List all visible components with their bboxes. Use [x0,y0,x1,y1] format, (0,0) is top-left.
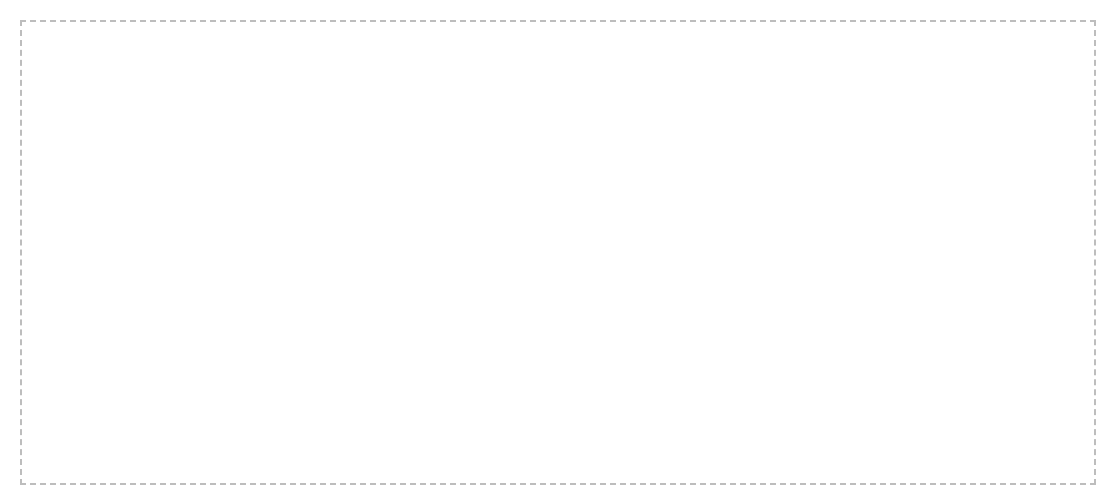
placeholder-mark [20,20,1096,485]
placeholder-root [0,0,1112,501]
